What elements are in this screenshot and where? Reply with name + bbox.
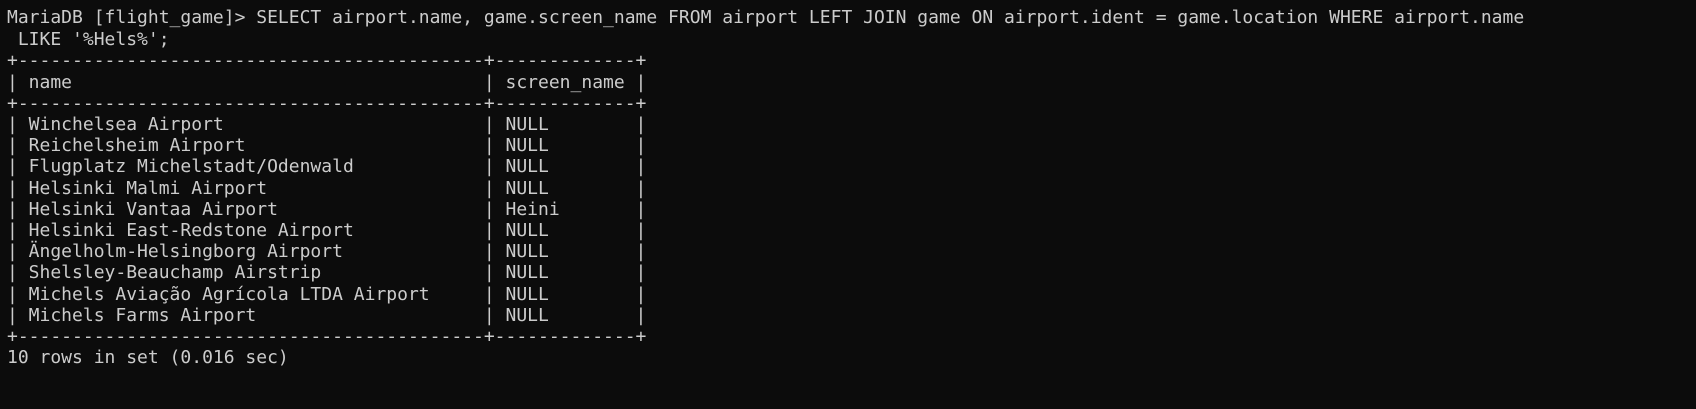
table-border-top: +---------------------------------------… <box>7 50 647 71</box>
table-row: | Helsinki East-Redstone Airport | NULL … <box>7 220 647 241</box>
result-summary: 10 rows in set (0.016 sec) <box>7 347 289 368</box>
command-line-2: LIKE '%Hels%'; <box>7 29 170 50</box>
sql-command-part1: SELECT airport.name, game.screen_name FR… <box>256 7 1525 28</box>
table-row: | Ängelholm-Helsingborg Airport | NULL | <box>7 241 647 262</box>
prompt: MariaDB [flight_game]> <box>7 7 257 28</box>
table-row: | Winchelsea Airport | NULL | <box>7 114 647 135</box>
table-border-header: +---------------------------------------… <box>7 93 647 114</box>
table-row: | Flugplatz Michelstadt/Odenwald | NULL … <box>7 156 647 177</box>
table-border-bottom: +---------------------------------------… <box>7 326 647 347</box>
command-line-1: MariaDB [flight_game]> SELECT airport.na… <box>7 6 1524 29</box>
terminal-window[interactable]: MariaDB [flight_game]> SELECT airport.na… <box>0 0 1696 409</box>
table-row: | Michels Aviação Agrícola LTDA Airport … <box>7 284 647 305</box>
table-row: | Helsinki Vantaa Airport | Heini | <box>7 199 647 220</box>
table-row: | Helsinki Malmi Airport | NULL | <box>7 178 647 199</box>
table-row: | Shelsley-Beauchamp Airstrip | NULL | <box>7 262 647 283</box>
table-row: | Michels Farms Airport | NULL | <box>7 305 647 326</box>
table-header: | name | screen_name | <box>7 72 647 93</box>
table-row: | Reichelsheim Airport | NULL | <box>7 135 647 156</box>
